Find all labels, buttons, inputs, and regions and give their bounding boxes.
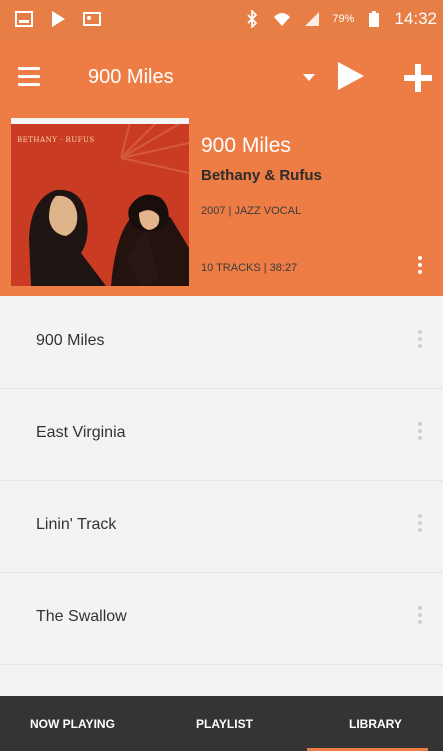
image-notification-icon (82, 9, 102, 29)
battery-percent: 79% (332, 13, 355, 25)
toolbar-title[interactable]: 900 Miles (88, 66, 174, 89)
menu-icon[interactable] (18, 67, 40, 87)
status-bar: 79% 14:32 (0, 0, 443, 40)
bottom-navigation: NOW PLAYING PLAYLIST LIBRARY (0, 696, 443, 751)
album-cover: BETHANY · RUFUS (11, 118, 189, 286)
track-row[interactable]: The Swallow (0, 572, 443, 665)
track-list: 900 Miles East Virginia Linin' Track The… (0, 296, 443, 696)
app-toolbar: 900 Miles (0, 40, 443, 118)
tab-library[interactable]: LIBRARY (307, 696, 428, 751)
play-icon[interactable] (338, 62, 364, 90)
plus-icon[interactable] (404, 64, 432, 92)
notification-icons (14, 9, 102, 29)
track-more-options-icon[interactable] (418, 514, 422, 532)
track-title: The Swallow (36, 608, 127, 625)
track-title: 900 Miles (36, 332, 105, 349)
track-more-options-icon[interactable] (418, 606, 422, 624)
album-year-genre: 2007 | JAZZ VOCAL (201, 205, 302, 217)
track-more-options-icon[interactable] (418, 330, 422, 348)
gallery-notification-icon (14, 9, 34, 29)
track-row[interactable]: 900 Miles (0, 296, 443, 389)
album-cover-border (11, 118, 189, 124)
track-row[interactable]: East Virginia (0, 388, 443, 481)
dropdown-arrow-icon[interactable] (303, 74, 315, 81)
album-title: 900 Miles (201, 134, 291, 157)
track-title: East Virginia (36, 424, 126, 441)
clock: 14:32 (394, 9, 437, 28)
tab-playlist[interactable]: PLAYLIST (196, 696, 253, 751)
play-notification-icon (48, 9, 68, 29)
album-cover-label: BETHANY · RUFUS (17, 136, 95, 144)
album-tracks-duration: 10 TRACKS | 38:27 (201, 262, 298, 274)
album-artist: Bethany & Rufus (201, 167, 322, 184)
system-icons: 79% 14:32 (242, 9, 437, 29)
battery-icon (364, 9, 384, 29)
signal-icon (302, 9, 322, 29)
track-title: Linin' Track (36, 516, 117, 533)
bluetooth-icon (242, 9, 262, 29)
tab-now-playing[interactable]: NOW PLAYING (30, 696, 115, 751)
track-row[interactable]: Linin' Track (0, 480, 443, 573)
track-more-options-icon[interactable] (418, 422, 422, 440)
album-more-options-icon[interactable] (418, 256, 422, 274)
wifi-icon (272, 9, 292, 29)
